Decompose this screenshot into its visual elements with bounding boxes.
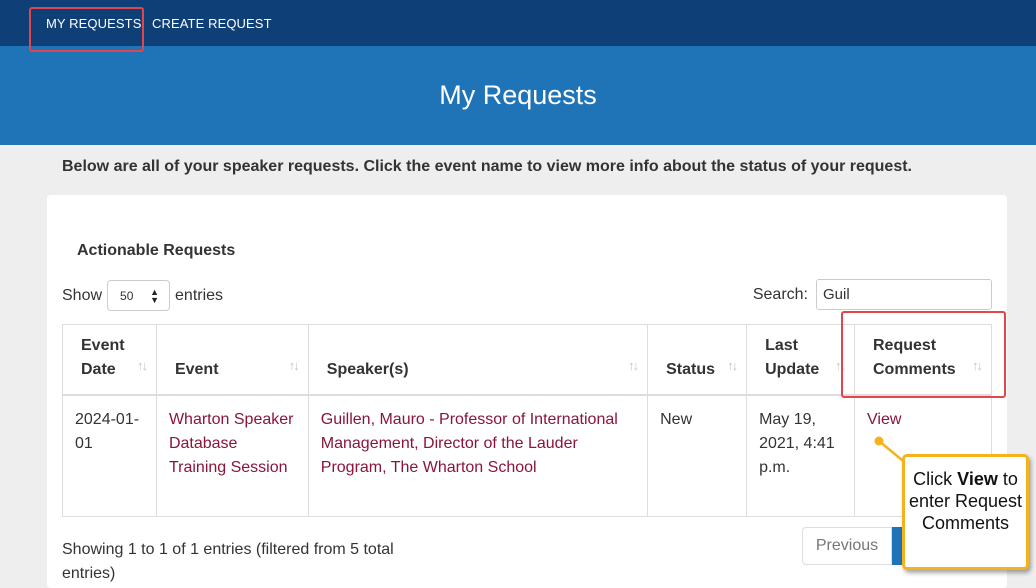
entries-select[interactable]: 50 ▲ ▼ xyxy=(107,280,171,311)
section-title: Actionable Requests xyxy=(77,242,236,259)
search-input[interactable] xyxy=(816,279,992,310)
updown-arrows-icon: ▲ ▼ xyxy=(150,286,160,305)
highlight-box-request-comments xyxy=(841,311,1006,398)
column-header-last-update[interactable]: Last Update ↑↓ xyxy=(746,324,855,396)
column-header-line: Event xyxy=(174,360,219,378)
pagination: Previous xyxy=(802,527,906,565)
column-header-line: Last xyxy=(765,336,798,354)
entries-label: entries xyxy=(175,286,224,304)
column-header-line: Update xyxy=(765,360,820,378)
column-header-line: Event xyxy=(81,336,125,354)
entries-select-value: 50 xyxy=(120,288,134,303)
cell-event: Wharton Speaker Database Training Sessio… xyxy=(155,394,309,517)
column-header-event-date[interactable]: Event Date ↑↓ xyxy=(62,324,157,396)
sort-icon: ↑↓ xyxy=(136,357,148,373)
cell-event-date: 2024-01-01 xyxy=(62,394,157,517)
column-header-line: Status xyxy=(666,360,716,378)
sort-icon: ↑↓ xyxy=(288,357,300,373)
cell-speakers: Guillen, Mauro - Professor of Internatio… xyxy=(307,394,649,517)
search-label: Search: xyxy=(752,285,808,303)
nav-create-request[interactable]: CREATE REQUEST xyxy=(152,16,272,31)
sort-icon: ↑↓ xyxy=(727,357,738,373)
page-title: My Requests xyxy=(439,80,597,110)
column-header-line: Date xyxy=(81,360,116,378)
show-label: Show xyxy=(62,286,103,304)
event-link[interactable]: Wharton Speaker Database Training Sessio… xyxy=(169,411,294,476)
callout-text-bold: View xyxy=(957,469,998,489)
speaker-link[interactable]: Guillen, Mauro - Professor of Internatio… xyxy=(321,411,618,476)
highlight-box-my-requests xyxy=(29,7,144,52)
cell-status: New xyxy=(647,394,748,517)
sort-icon: ↑↓ xyxy=(628,357,639,373)
column-header-event[interactable]: Event ↑↓ xyxy=(155,324,309,396)
table-info: Showing 1 to 1 of 1 entries (filtered fr… xyxy=(62,541,394,582)
column-header-speakers[interactable]: Speaker(s) ↑↓ xyxy=(307,324,649,396)
page-header: My Requests xyxy=(0,46,1036,145)
column-header-status[interactable]: Status ↑↓ xyxy=(647,324,748,396)
column-header-line: Speaker(s) xyxy=(326,360,409,378)
intro-text: Below are all of your speaker requests. … xyxy=(62,158,912,175)
callout-text-pre: Click xyxy=(913,469,958,489)
entries-length-control: Show 50 ▲ ▼ entries xyxy=(62,280,223,311)
view-comments-link[interactable]: View xyxy=(867,411,901,428)
top-nav: MY REQUESTS CREATE REQUEST xyxy=(0,0,1036,46)
previous-button[interactable]: Previous xyxy=(802,527,892,565)
cell-last-update: May 19, 2021, 4:41 p.m. xyxy=(746,394,855,517)
search-control: Search: xyxy=(753,279,992,310)
callout-tooltip: Click View to enter Request Comments xyxy=(902,454,1029,570)
table-row: 2024-01-01 Wharton Speaker Database Trai… xyxy=(62,394,992,517)
